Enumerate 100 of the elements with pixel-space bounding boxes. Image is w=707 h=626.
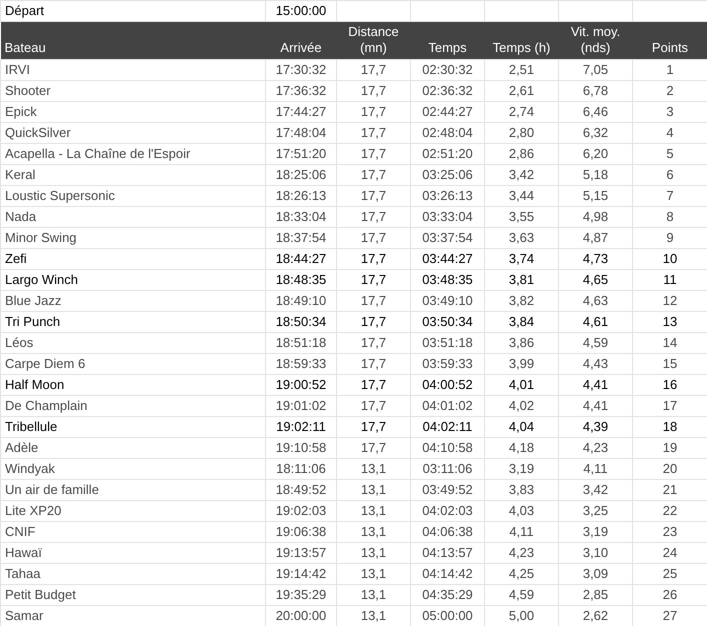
table-cell: 19:06:38 bbox=[266, 522, 336, 542]
table-cell: Un air de famille bbox=[0, 480, 266, 500]
table-cell: 2,85 bbox=[558, 584, 632, 606]
column-header: Arrivée bbox=[266, 22, 336, 60]
table-cell: 4,61 bbox=[558, 312, 632, 332]
column-header: Vit. moy. (nds) bbox=[558, 22, 632, 60]
table-cell: 3,25 bbox=[558, 500, 632, 522]
table-cell: 04:06:38 bbox=[410, 522, 484, 542]
table-cell: 2,80 bbox=[484, 122, 558, 144]
table-cell: 19:13:57 bbox=[266, 542, 336, 564]
table-cell: Loustic Supersonic bbox=[0, 186, 266, 206]
table-cell: 17:30:32 bbox=[266, 60, 336, 80]
table-cell: 3,83 bbox=[484, 480, 558, 500]
table-cell: 3,42 bbox=[558, 480, 632, 500]
table-cell: 17,7 bbox=[336, 374, 410, 396]
table-cell: 04:14:42 bbox=[410, 564, 484, 584]
table-cell: De Champlain bbox=[0, 396, 266, 416]
table-cell: 02:36:32 bbox=[410, 80, 484, 102]
table-cell: 1 bbox=[632, 60, 707, 80]
table-cell: 17,7 bbox=[336, 206, 410, 228]
table-cell: 17,7 bbox=[336, 290, 410, 312]
table-cell: 13,1 bbox=[336, 500, 410, 522]
table-cell: 03:49:52 bbox=[410, 480, 484, 500]
table-cell: 04:35:29 bbox=[410, 584, 484, 606]
table-cell: Zefi bbox=[0, 248, 266, 270]
table-cell: 18:44:27 bbox=[266, 248, 336, 270]
table-cell: 04:02:11 bbox=[410, 416, 484, 438]
table-cell: 02:51:20 bbox=[410, 144, 484, 164]
table-cell: 03:48:35 bbox=[410, 270, 484, 290]
table-cell: 3,55 bbox=[484, 206, 558, 228]
table-cell: 19:14:42 bbox=[266, 564, 336, 584]
table-cell: 4,11 bbox=[484, 522, 558, 542]
table-cell: 3,42 bbox=[484, 164, 558, 186]
table-cell: Nada bbox=[0, 206, 266, 228]
table-cell: 13,1 bbox=[336, 522, 410, 542]
table-cell: 5,18 bbox=[558, 164, 632, 186]
table-cell: Adèle bbox=[0, 438, 266, 458]
table-cell: 18:59:33 bbox=[266, 354, 336, 374]
table-cell: 3,09 bbox=[558, 564, 632, 584]
table-cell: 03:33:04 bbox=[410, 206, 484, 228]
table-cell: 4,59 bbox=[484, 584, 558, 606]
table-cell: 3,99 bbox=[484, 354, 558, 374]
table-cell: 2,74 bbox=[484, 102, 558, 122]
table-cell: QuickSilver bbox=[0, 122, 266, 144]
table-cell: 17,7 bbox=[336, 228, 410, 248]
table-cell: 03:59:33 bbox=[410, 354, 484, 374]
table-cell: 17,7 bbox=[336, 438, 410, 458]
table-cell: 13,1 bbox=[336, 584, 410, 606]
table-cell: 2,61 bbox=[484, 80, 558, 102]
table-cell: Half Moon bbox=[0, 374, 266, 396]
table-cell: Lite XP20 bbox=[0, 500, 266, 522]
table-cell: 6,78 bbox=[558, 80, 632, 102]
table-cell: 4,04 bbox=[484, 416, 558, 438]
table-cell: 4,23 bbox=[558, 438, 632, 458]
table-cell: Epick bbox=[0, 102, 266, 122]
table-cell: 3,19 bbox=[558, 522, 632, 542]
table-cell: 18:48:35 bbox=[266, 270, 336, 290]
table-cell: 17,7 bbox=[336, 144, 410, 164]
table-cell: 2,86 bbox=[484, 144, 558, 164]
table-cell: 18:25:06 bbox=[266, 164, 336, 186]
table-cell: 17:48:04 bbox=[266, 122, 336, 144]
table-cell: 4,23 bbox=[484, 542, 558, 564]
table-cell: 03:44:27 bbox=[410, 248, 484, 270]
table-cell: 18:26:13 bbox=[266, 186, 336, 206]
table-cell: 3,82 bbox=[484, 290, 558, 312]
table-cell: 4,43 bbox=[558, 354, 632, 374]
table-cell: 17,7 bbox=[336, 248, 410, 270]
table-cell: 19:00:52 bbox=[266, 374, 336, 396]
table-cell: 04:10:58 bbox=[410, 438, 484, 458]
table-cell: 17,7 bbox=[336, 312, 410, 332]
table-cell: 03:50:34 bbox=[410, 312, 484, 332]
table-cell: 3,86 bbox=[484, 332, 558, 354]
column-header: Temps (h) bbox=[484, 22, 558, 60]
table-cell: 4,11 bbox=[558, 458, 632, 480]
table-cell: 19:10:58 bbox=[266, 438, 336, 458]
table-cell: 18:49:10 bbox=[266, 290, 336, 312]
table-cell: 19:35:29 bbox=[266, 584, 336, 606]
table-cell: 3,74 bbox=[484, 248, 558, 270]
table-cell: 17,7 bbox=[336, 354, 410, 374]
table-cell: Windyak bbox=[0, 458, 266, 480]
table-cell: Léos bbox=[0, 332, 266, 354]
table-cell: 4,18 bbox=[484, 438, 558, 458]
table-cell: 4,25 bbox=[484, 564, 558, 584]
table-cell: 18:33:04 bbox=[266, 206, 336, 228]
table-cell: 02:30:32 bbox=[410, 60, 484, 80]
column-header: Points bbox=[632, 22, 707, 60]
table-cell: Shooter bbox=[0, 80, 266, 102]
table-cell: Tahaa bbox=[0, 564, 266, 584]
table-cell: 5,15 bbox=[558, 186, 632, 206]
table-cell: 4,01 bbox=[484, 374, 558, 396]
table-cell: Carpe Diem 6 bbox=[0, 354, 266, 374]
table-cell: 3,44 bbox=[484, 186, 558, 206]
table-cell: 6,20 bbox=[558, 144, 632, 164]
table-cell: 2,51 bbox=[484, 60, 558, 80]
table-cell: 13,1 bbox=[336, 480, 410, 500]
table-cell: 17,7 bbox=[336, 102, 410, 122]
table-cell: 18:51:18 bbox=[266, 332, 336, 354]
table-cell: Acapella - La Chaîne de l'Espoir bbox=[0, 144, 266, 164]
table-cell: 13,1 bbox=[336, 542, 410, 564]
table-cell: 4,73 bbox=[558, 248, 632, 270]
